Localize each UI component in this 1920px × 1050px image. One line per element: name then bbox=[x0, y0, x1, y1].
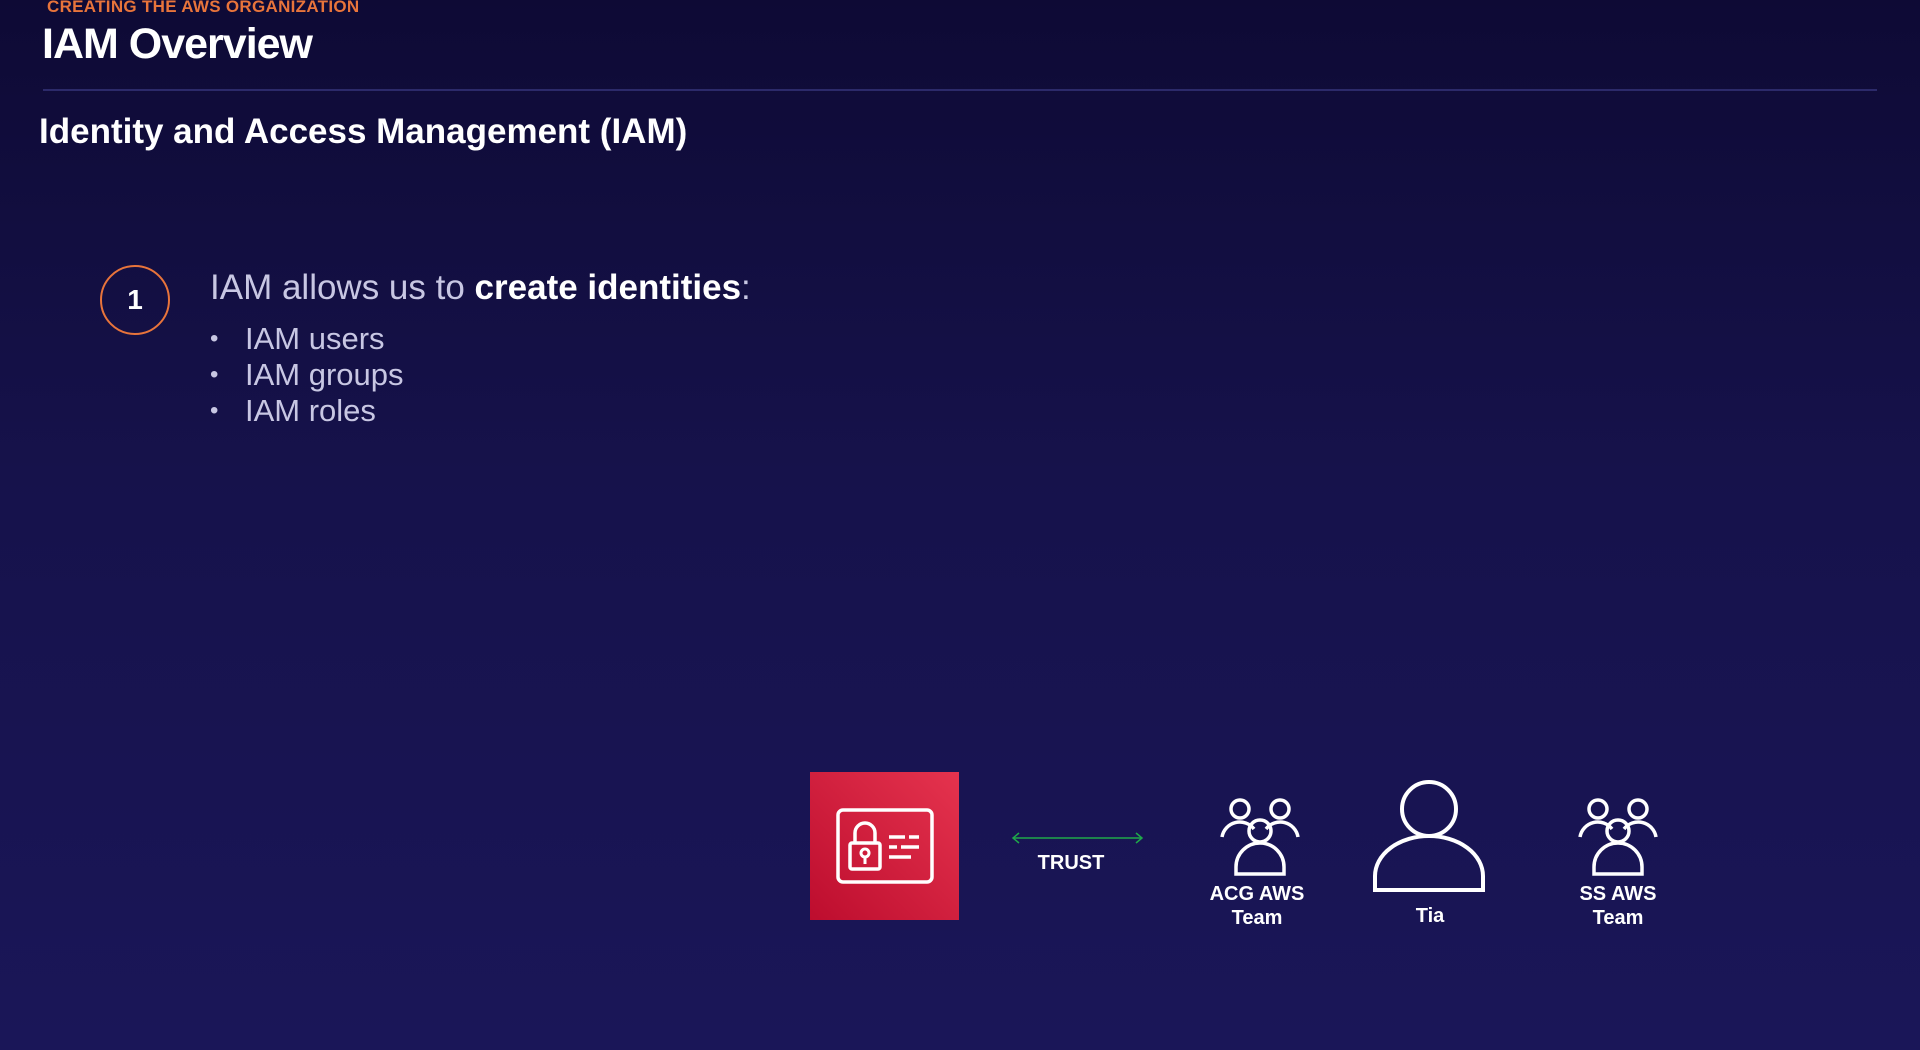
point-text-lead: IAM allows us to bbox=[210, 268, 475, 307]
identity-type-list: IAM users IAM groups IAM roles bbox=[210, 321, 404, 429]
group-icon bbox=[1220, 798, 1300, 876]
ss-aws-team-label-line1: SS AWS bbox=[1579, 883, 1657, 905]
point-statement: IAM allows us to create identities: bbox=[210, 268, 751, 308]
trust-label: TRUST bbox=[1037, 852, 1105, 874]
acg-aws-team-label: ACG AWS Team bbox=[1197, 882, 1317, 930]
list-item-iam-users: IAM users bbox=[210, 321, 404, 357]
ss-aws-team-label-line2: Team bbox=[1592, 907, 1644, 929]
acg-aws-team-label-line1: ACG AWS bbox=[1209, 883, 1305, 905]
list-item-iam-roles: IAM roles bbox=[210, 393, 404, 429]
ss-aws-team-label: SS AWS Team bbox=[1558, 882, 1678, 930]
iam-id-card-lock-icon bbox=[835, 808, 934, 884]
slide-subtitle: Identity and Access Management (IAM) bbox=[39, 112, 688, 151]
group-icon bbox=[1578, 798, 1658, 876]
step-number-badge: 1 bbox=[100, 265, 170, 335]
iam-service-tile bbox=[810, 772, 959, 920]
list-item-iam-groups: IAM groups bbox=[210, 357, 404, 393]
section-eyebrow: CREATING THE AWS ORGANIZATION bbox=[47, 0, 360, 16]
tia-label: Tia bbox=[1415, 905, 1445, 927]
acg-aws-team-label-line2: Team bbox=[1231, 907, 1283, 929]
point-text-emphasis: create identities bbox=[474, 268, 742, 307]
point-text-tail: : bbox=[741, 268, 751, 307]
header-divider bbox=[43, 89, 1877, 91]
trust-arrow bbox=[1011, 832, 1144, 844]
page-title: IAM Overview bbox=[42, 20, 313, 68]
user-icon bbox=[1373, 780, 1485, 892]
